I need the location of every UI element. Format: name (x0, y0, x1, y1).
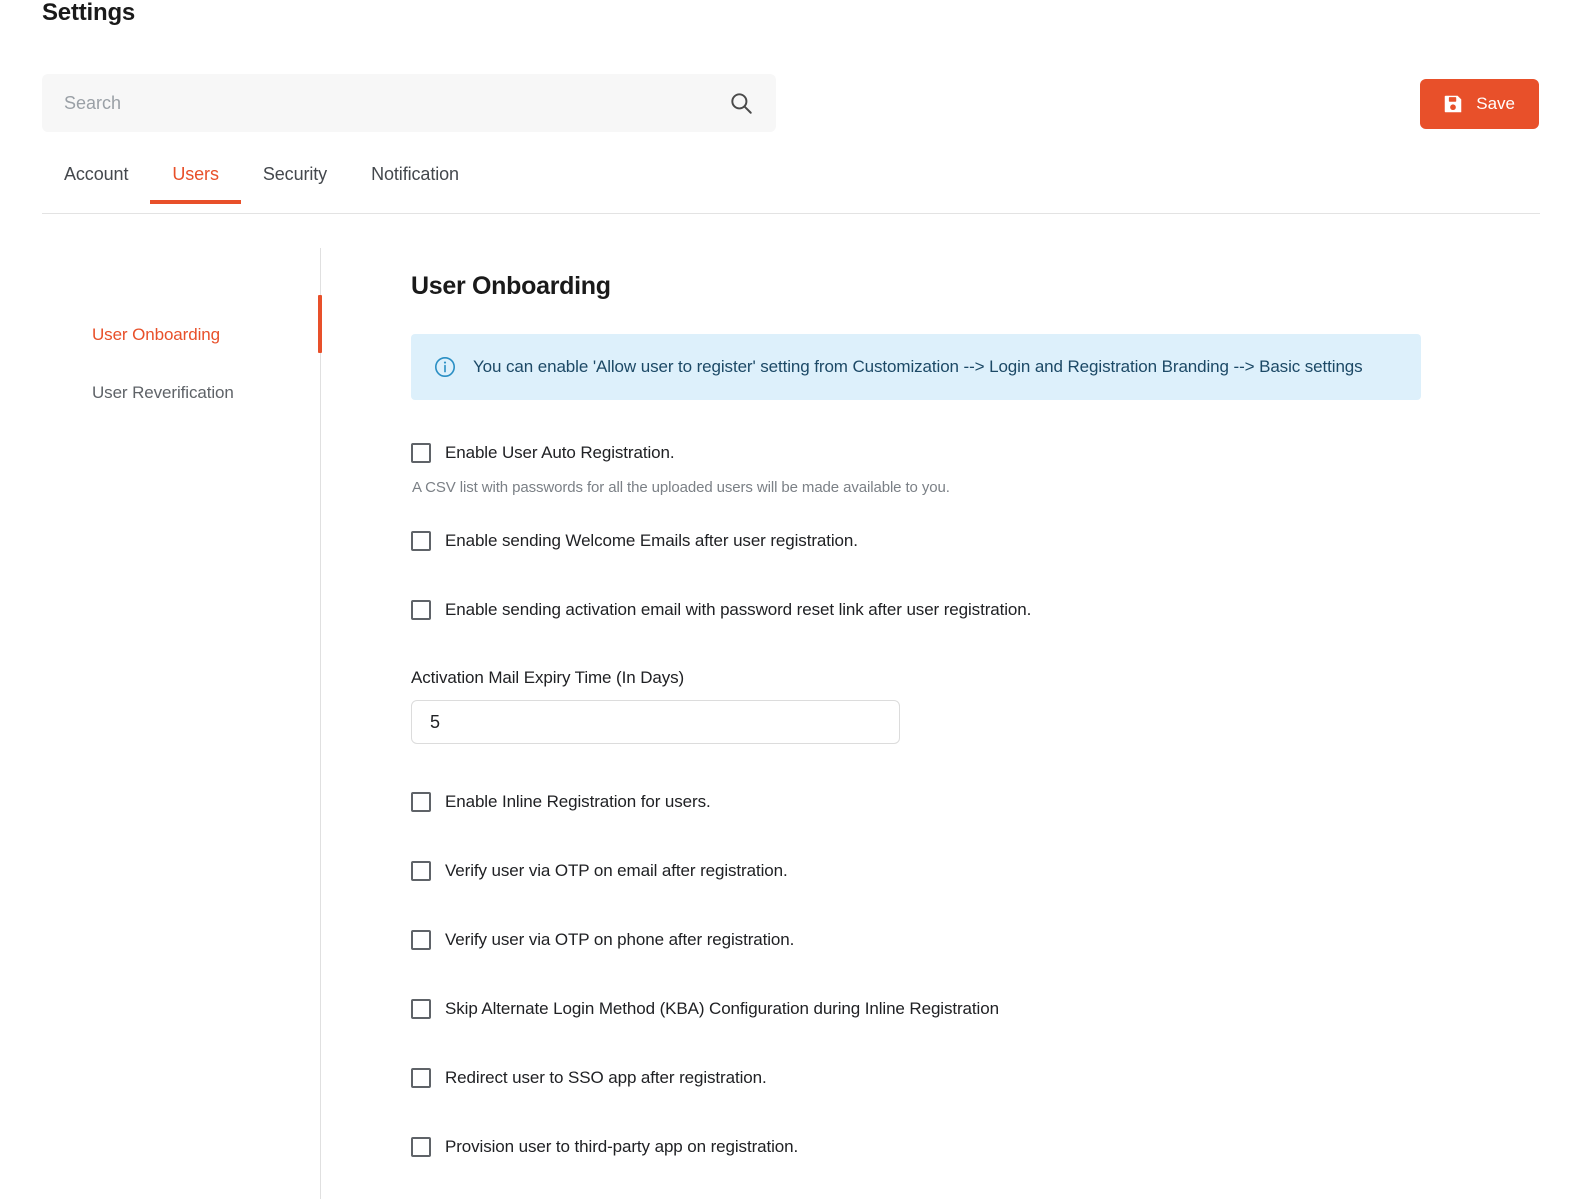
checkbox-welcome-emails[interactable] (411, 531, 431, 551)
info-banner: You can enable 'Allow user to register' … (411, 334, 1421, 400)
checkbox-label: Enable sending activation email with pas… (445, 600, 1032, 619)
checkbox-row-activation-email[interactable]: Enable sending activation email with pas… (411, 597, 1421, 623)
tab-users[interactable]: Users (150, 158, 241, 204)
checkbox-label: Verify user via OTP on email after regis… (445, 861, 788, 880)
checkbox-label: Redirect user to SSO app after registrat… (445, 1068, 767, 1087)
save-icon (1442, 93, 1464, 115)
checkbox-label: Enable Inline Registration for users. (445, 792, 711, 811)
checkbox-otp-phone[interactable] (411, 930, 431, 950)
checkbox-inline-registration[interactable] (411, 792, 431, 812)
checkbox-label: Enable User Auto Registration. (445, 443, 675, 462)
checkbox-row-otp-email[interactable]: Verify user via OTP on email after regis… (411, 858, 1421, 884)
tab-notification[interactable]: Notification (349, 158, 481, 203)
checkbox-activation-email[interactable] (411, 600, 431, 620)
search-icon[interactable] (728, 90, 754, 116)
checkbox-row-welcome-emails[interactable]: Enable sending Welcome Emails after user… (411, 528, 1421, 554)
settings-tabs: Account Users Security Notification (42, 158, 1540, 214)
checkbox-row-skip-kba[interactable]: Skip Alternate Login Method (KBA) Config… (411, 996, 1421, 1022)
sidebar-item-user-onboarding[interactable]: User Onboarding (42, 306, 322, 364)
checkbox-otp-email[interactable] (411, 861, 431, 881)
checkbox-label: Enable sending Welcome Emails after user… (445, 531, 858, 550)
helper-text-csv-list: A CSV list with passwords for all the up… (412, 479, 950, 496)
main-content: User Onboarding You can enable 'Allow us… (411, 270, 1421, 1160)
search-input[interactable] (62, 74, 728, 132)
checkbox-label: Provision user to third-party app on reg… (445, 1137, 799, 1156)
save-button-label: Save (1476, 94, 1515, 113)
search-bar[interactable] (42, 74, 776, 132)
checkbox-redirect-sso[interactable] (411, 1068, 431, 1088)
sidebar-item-user-reverification[interactable]: User Reverification (42, 364, 322, 422)
subnav: User Onboarding User Reverification (42, 248, 322, 422)
checkbox-row-inline-registration[interactable]: Enable Inline Registration for users. (411, 789, 1421, 815)
page-title: Settings (42, 0, 136, 26)
activation-expiry-input[interactable] (411, 700, 900, 744)
checkbox-provision-third-party[interactable] (411, 1137, 431, 1157)
tab-account[interactable]: Account (42, 158, 150, 203)
activation-expiry-label: Activation Mail Expiry Time (In Days) (411, 668, 685, 687)
tab-security[interactable]: Security (241, 158, 349, 203)
checkbox-label: Skip Alternate Login Method (KBA) Config… (445, 999, 999, 1018)
save-button[interactable]: Save (1420, 79, 1539, 129)
checkbox-row-redirect-sso[interactable]: Redirect user to SSO app after registrat… (411, 1065, 1421, 1091)
section-title: User Onboarding (411, 272, 611, 300)
info-banner-text: You can enable 'Allow user to register' … (473, 357, 1363, 376)
info-circle-icon (433, 355, 457, 379)
checkbox-row-otp-phone[interactable]: Verify user via OTP on phone after regis… (411, 927, 1421, 953)
checkbox-enable-user-auto-registration[interactable] (411, 443, 431, 463)
checkbox-row-enable-user-auto-registration[interactable]: Enable User Auto Registration. (411, 440, 1421, 466)
checkbox-skip-kba[interactable] (411, 999, 431, 1019)
checkbox-row-provision-third-party[interactable]: Provision user to third-party app on reg… (411, 1134, 1421, 1160)
checkbox-label: Verify user via OTP on phone after regis… (445, 930, 795, 949)
